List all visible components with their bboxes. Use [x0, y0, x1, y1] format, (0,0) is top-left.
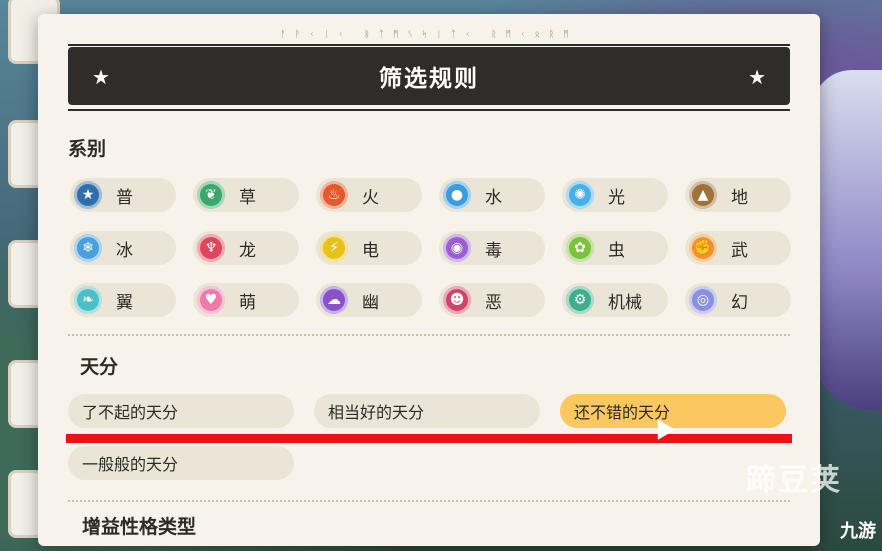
type-filter-chip[interactable]: ✿ 虫	[562, 231, 668, 265]
type-filter-label: 水	[485, 187, 502, 208]
star-icon: ★	[74, 181, 102, 209]
talent-option-great[interactable]: 相当好的天分	[314, 394, 540, 428]
background-creature	[812, 70, 882, 410]
type-filter-label: 毒	[485, 240, 502, 261]
talent-option-average[interactable]: 一般般的天分	[68, 446, 294, 480]
talent-option-amazing[interactable]: 了不起的天分	[68, 394, 294, 428]
mountain-icon: ▲	[689, 181, 717, 209]
type-filter-chip[interactable]: ⚡ 电	[316, 231, 422, 265]
star-icon: ★	[92, 65, 110, 89]
type-filter-chip[interactable]: ☻ 恶	[439, 283, 545, 317]
title-bar: ★ 筛选规则 ★	[68, 47, 790, 105]
type-filter-label: 恶	[485, 292, 502, 313]
type-filter-chip[interactable]: ♆ 龙	[193, 231, 299, 265]
type-filter-label: 普	[116, 187, 133, 208]
type-filter-label: 地	[731, 187, 748, 208]
talent-option-label: 了不起的天分	[82, 403, 179, 422]
type-filter-label: 电	[362, 240, 379, 261]
filter-panel: ᚨᚹᚲᛁᚲ ᛒᛏᛗᛊᛋᛁᛏᚲ ᚱᛗᚲᛟᚱᛗ ★ 筛选规则 ★ 系别 ★ 普 ❦ 草 ♨ 火…	[38, 14, 820, 546]
type-filter-label: 幽	[362, 292, 379, 313]
type-filter-chip[interactable]: ★ 普	[70, 178, 176, 212]
type-filter-label: 虫	[608, 240, 625, 261]
type-filter-label: 光	[608, 187, 625, 208]
star-icon: ★	[748, 65, 766, 89]
type-filter-chip[interactable]: ♥ 萌	[193, 283, 299, 317]
rune-decoration: ᚨᚹᚲᛁᚲ ᛒᛏᛗᛊᛋᛁᛏᚲ ᚱᛗᚲᛟᚱᛗ	[280, 30, 578, 40]
type-filter-chip[interactable]: ❦ 草	[193, 178, 299, 212]
type-filter-chip[interactable]: ● 水	[439, 178, 545, 212]
type-filter-chip[interactable]: ☁ 幽	[316, 283, 422, 317]
leaf-icon: ❦	[197, 181, 225, 209]
type-filter-label: 翼	[116, 292, 133, 313]
type-filter-label: 龙	[239, 240, 256, 261]
type-section-heading: 系别	[68, 138, 107, 160]
snowflake-icon: ❄	[74, 234, 102, 262]
annotation-red-underline	[66, 434, 792, 443]
talent-section-heading: 天分	[80, 356, 119, 378]
ghost-icon: ☁	[320, 286, 348, 314]
type-filter-label: 草	[239, 187, 256, 208]
type-filter-chip[interactable]: ❧ 翼	[70, 283, 176, 317]
type-filter-chip[interactable]: ✺ 光	[562, 178, 668, 212]
type-filter-label: 冰	[116, 240, 133, 261]
type-filter-label: 火	[362, 187, 379, 208]
watermark-text: 蹄豆荚	[746, 463, 842, 498]
type-filter-label: 武	[731, 240, 748, 261]
type-filter-chip[interactable]: ⚙ 机械	[562, 283, 668, 317]
section-divider	[68, 334, 790, 336]
type-filter-label: 幻	[731, 292, 748, 313]
gear-icon: ⚙	[566, 286, 594, 314]
sun-icon: ✺	[566, 181, 594, 209]
watermark-brand: 九游	[840, 521, 876, 542]
type-filter-chip[interactable]: ✊ 武	[685, 231, 791, 265]
type-filter-chip[interactable]: ◎ 幻	[685, 283, 791, 317]
heart-icon: ♥	[197, 286, 225, 314]
next-section-heading: 增益性格类型	[82, 516, 197, 538]
talent-option-label: 一般般的天分	[82, 455, 179, 474]
type-filter-chip[interactable]: ♨ 火	[316, 178, 422, 212]
panel-title: 筛选规则	[379, 66, 479, 92]
demon-icon: ☻	[443, 286, 471, 314]
type-filter-chip[interactable]: ◉ 毒	[439, 231, 545, 265]
type-filter-label: 萌	[239, 292, 256, 313]
header-rule-top	[68, 44, 790, 46]
flame-icon: ♨	[320, 181, 348, 209]
talent-option-label: 相当好的天分	[328, 403, 425, 422]
type-filter-chip[interactable]: ▲ 地	[685, 178, 791, 212]
type-filter-label: 机械	[608, 292, 642, 313]
dragon-icon: ♆	[197, 234, 225, 262]
talent-option-good[interactable]: 还不错的天分	[560, 394, 786, 428]
type-filter-chip[interactable]: ❄ 冰	[70, 231, 176, 265]
poison-icon: ◉	[443, 234, 471, 262]
fist-icon: ✊	[689, 234, 717, 262]
wing-icon: ❧	[74, 286, 102, 314]
header-rule-bottom	[68, 109, 790, 111]
spiral-icon: ◎	[689, 286, 717, 314]
water-drop-icon: ●	[443, 181, 471, 209]
section-divider	[68, 500, 790, 502]
bug-icon: ✿	[566, 234, 594, 262]
lightning-icon: ⚡	[320, 234, 348, 262]
